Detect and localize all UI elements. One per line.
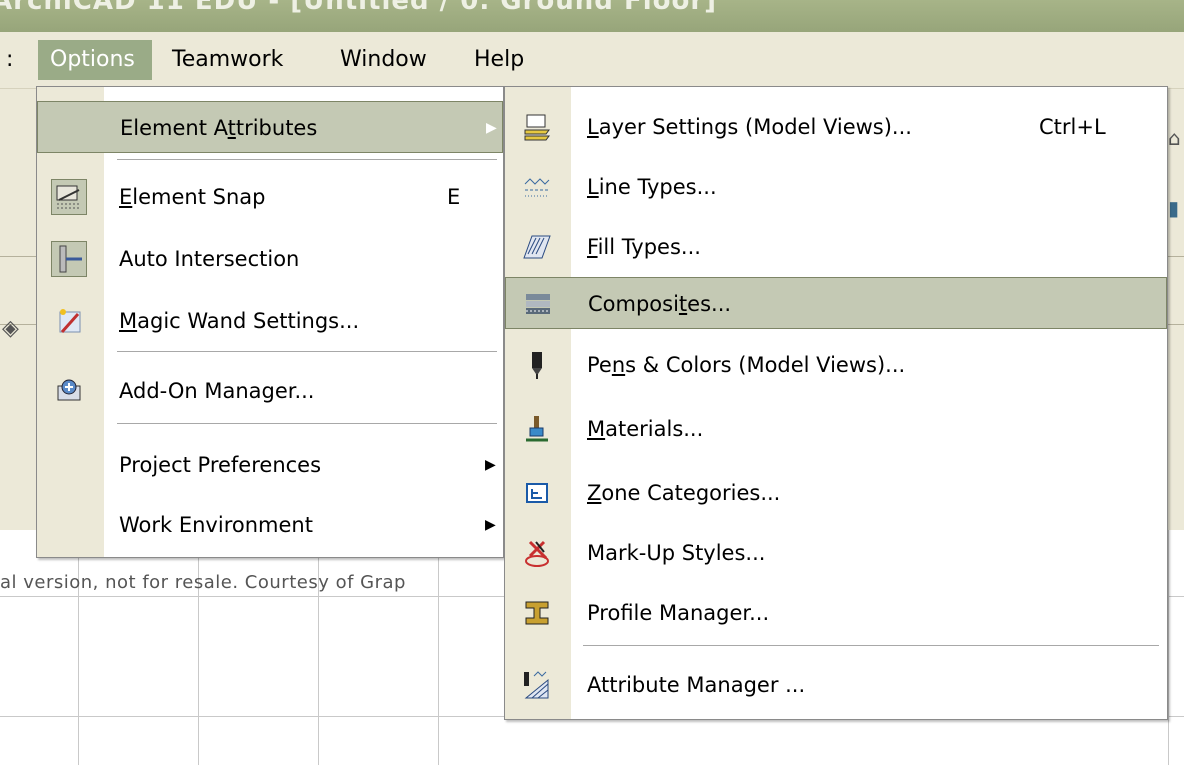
auto-intersection-icon — [51, 241, 87, 277]
menu-item-edit[interactable]: : — [0, 40, 23, 80]
pens-colors-icon — [519, 347, 555, 383]
menu-item-teamwork[interactable]: Teamwork — [172, 40, 283, 80]
menu-item-zone-categories[interactable]: Zone Categories... — [505, 467, 1167, 519]
menu-item-window[interactable]: Window — [340, 40, 427, 80]
title-bar: ArchiCAD 11 EDU - [Untitled / 0. Ground … — [0, 0, 1184, 32]
menu-bar: : Options Teamwork Window Help — [0, 32, 1184, 89]
toolbar-fragment-icon[interactable]: ◈ — [2, 316, 19, 341]
materials-icon — [519, 411, 555, 447]
menu-item-project-preferences[interactable]: Project Preferences ▶ — [37, 439, 503, 491]
menu-item-help[interactable]: Help — [474, 40, 524, 80]
toolbar-fragment-icon-right-top[interactable]: ⌂ — [1168, 126, 1181, 150]
submenu-arrow-icon: ▶ — [486, 120, 497, 136]
menu-separator — [583, 645, 1159, 646]
options-menu: Element Attributes ▶ Element Snap E Auto… — [36, 86, 504, 558]
menu-item-line-types[interactable]: Line Types... — [505, 161, 1167, 213]
line-types-icon — [519, 169, 555, 205]
attribute-manager-icon — [519, 667, 555, 703]
menu-item-fill-types[interactable]: Fill Types... — [505, 221, 1167, 273]
markup-styles-icon — [519, 535, 555, 571]
menu-item-work-environment[interactable]: Work Environment ▶ — [37, 499, 503, 551]
menu-item-materials[interactable]: Materials... — [505, 403, 1167, 455]
element-snap-icon — [51, 179, 87, 215]
submenu-arrow-icon: ▶ — [485, 517, 496, 533]
magic-wand-icon — [51, 303, 87, 339]
menu-item-composites[interactable]: Composites... — [505, 277, 1167, 329]
menu-item-options[interactable]: Options — [38, 40, 152, 80]
menu-item-element-snap[interactable]: Element Snap E — [37, 171, 503, 223]
menu-separator — [117, 423, 497, 424]
menu-item-pens-colors[interactable]: Pens & Colors (Model Views)... — [505, 339, 1167, 391]
shortcut-text: Ctrl+L — [1039, 115, 1106, 139]
element-attributes-submenu: Layer Settings (Model Views)... Ctrl+L L… — [504, 86, 1168, 720]
menu-item-layer-settings[interactable]: Layer Settings (Model Views)... Ctrl+L — [505, 101, 1167, 153]
menu-item-add-on-manager[interactable]: Add-On Manager... — [37, 365, 503, 417]
menu-item-markup-styles[interactable]: Mark-Up Styles... — [505, 527, 1167, 579]
menu-separator — [117, 159, 497, 160]
menu-item-profile-manager[interactable]: Profile Manager... — [505, 587, 1167, 639]
shortcut-text: E — [447, 185, 461, 209]
composites-icon — [520, 286, 556, 322]
menu-item-auto-intersection[interactable]: Auto Intersection — [37, 233, 503, 285]
menu-item-magic-wand-settings[interactable]: Magic Wand Settings... — [37, 295, 503, 347]
profile-manager-icon — [519, 595, 555, 631]
zone-categories-icon — [519, 475, 555, 511]
fill-types-icon — [519, 229, 555, 265]
submenu-arrow-icon: ▶ — [485, 457, 496, 473]
toolbar-fragment-icon-right[interactable]: ▮ — [1168, 196, 1179, 220]
watermark-text: al version, not for resale. Courtesy of … — [0, 572, 406, 593]
add-on-manager-icon — [51, 373, 87, 409]
window-title: ArchiCAD 11 EDU - [Untitled / 0. Ground … — [0, 0, 718, 16]
layers-icon — [519, 109, 555, 145]
menu-item-element-attributes[interactable]: Element Attributes ▶ — [37, 101, 503, 153]
menu-separator — [117, 351, 497, 352]
menu-item-attribute-manager[interactable]: Attribute Manager ... — [505, 659, 1167, 711]
